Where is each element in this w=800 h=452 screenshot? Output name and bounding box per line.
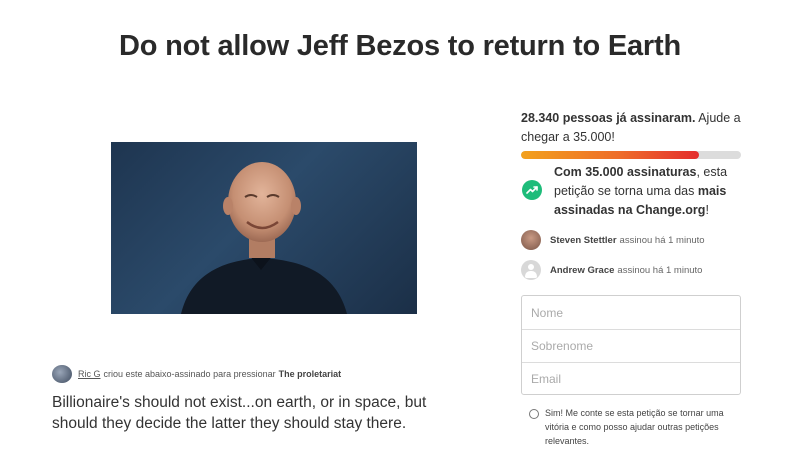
- signer-time: assinou há 1 minuto: [619, 234, 705, 246]
- creator-name-link[interactable]: Ric G: [78, 369, 101, 379]
- updates-optin[interactable]: Sim! Me conte se esta petição se tornar …: [529, 406, 744, 448]
- first-name-field[interactable]: [522, 296, 740, 329]
- signer-time: assinou há 1 minuto: [617, 264, 703, 276]
- creator-avatar: [52, 365, 72, 383]
- optin-label: Sim! Me conte se esta petição se tornar …: [545, 408, 724, 446]
- default-avatar-icon: [521, 260, 541, 280]
- goal-text-2: !: [705, 203, 709, 217]
- signature-progress-fill: [521, 151, 700, 159]
- signature-count-bold: 28.340 pessoas já assinaram.: [521, 111, 696, 125]
- signature-progress-bar: [521, 151, 741, 159]
- petition-description: Billionaire's should not exist...on eart…: [52, 394, 427, 432]
- signature-form: [521, 295, 741, 395]
- trending-up-icon: [522, 180, 542, 200]
- recent-signer: Steven Stettler assinou há 1 minuto: [521, 230, 705, 250]
- recent-signer: Andrew Grace assinou há 1 minuto: [521, 260, 702, 280]
- creator-info: Ric G criou este abaixo-assinado para pr…: [52, 365, 341, 383]
- goal-bold-1: Com 35.000 assinaturas: [554, 165, 697, 179]
- signer-name: Andrew Grace: [550, 264, 615, 276]
- signature-count: 28.340 pessoas já assinaram. Ajude a che…: [521, 109, 746, 147]
- petition-target: The proletariat: [278, 369, 342, 379]
- avatar: [521, 230, 541, 250]
- petition-photo: [181, 162, 347, 314]
- creator-action-text: criou este abaixo-assinado para pression…: [103, 369, 276, 379]
- email-field[interactable]: [522, 362, 740, 395]
- signer-name: Steven Stettler: [550, 234, 617, 246]
- petition-image: [111, 142, 417, 314]
- goal-message: Com 35.000 assinaturas, esta petição se …: [554, 163, 744, 220]
- petition-title: Do not allow Jeff Bezos to return to Ear…: [119, 30, 681, 62]
- last-name-field[interactable]: [522, 329, 740, 362]
- optin-radio[interactable]: [529, 409, 539, 419]
